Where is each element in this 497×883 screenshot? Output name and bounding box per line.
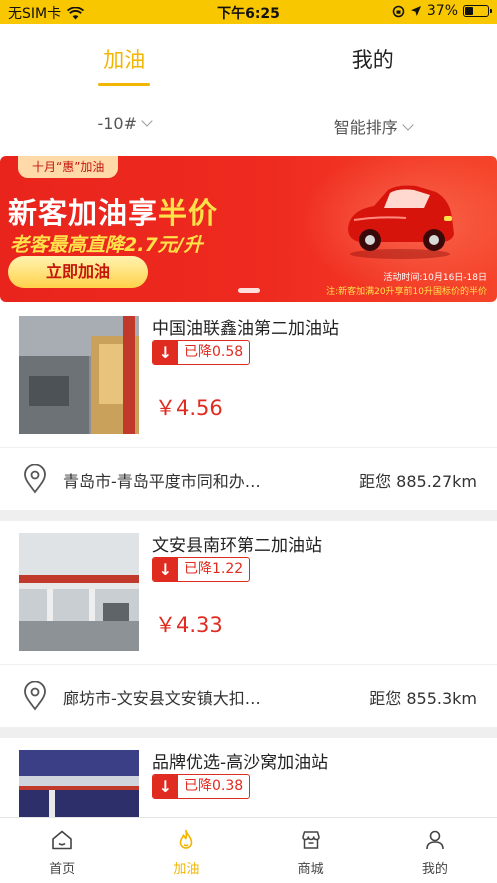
filter-bar: -10# 智能排序 <box>0 96 497 150</box>
section-gap <box>0 510 497 521</box>
price-drop-label: 已降1.22 <box>184 561 244 577</box>
status-bar: 无SIM卡 下午6:25 37% <box>0 0 497 24</box>
carousel-indicator <box>238 288 260 293</box>
station-price: ￥4.56 <box>155 396 223 420</box>
tab-refuel[interactable]: 加油 <box>0 24 249 94</box>
promo-banner[interactable]: 十月“惠”加油 新客加油享半价 老客最高直降2.7元/升 立即加油 活动时间:1… <box>0 156 497 302</box>
tab-mine-label: 我的 <box>351 48 394 72</box>
price-drop-badge: ↓ 已降0.38 <box>152 774 251 799</box>
location-pin-icon <box>24 681 46 711</box>
location-arrow-icon <box>410 6 421 16</box>
fuel-grade-dropdown[interactable]: -10# <box>0 96 249 150</box>
tab-mine[interactable]: 我的 <box>249 24 497 94</box>
station-price: ￥4.33 <box>155 613 223 637</box>
tab-refuel-label: 加油 <box>103 48 146 72</box>
station-name: 文安县南环第二加油站 <box>152 536 322 556</box>
banner-headline-highlight: 半价 <box>158 196 219 230</box>
station-address-row[interactable]: 廊坊市-文安县文安镇大扣… 距您 855.3km <box>0 665 497 727</box>
sort-dropdown[interactable]: 智能排序 <box>249 96 497 150</box>
station-address: 青岛市-青岛平度市同和办… <box>63 472 261 491</box>
bottom-tab-bar: 首页 加油 商城 我的 <box>0 817 497 883</box>
price-drop-label: 已降0.58 <box>184 344 244 360</box>
banner-headline: 新客加油享半价 <box>8 190 218 232</box>
chevron-down-icon <box>402 119 414 131</box>
arrow-down-icon: ↓ <box>153 558 178 581</box>
tab-active-indicator <box>98 83 151 86</box>
arrow-down-icon: ↓ <box>153 341 178 364</box>
station-name: 中国油联鑫油第二加油站 <box>152 319 339 339</box>
banner-subline: 老客最高直降2.7元/升 <box>10 234 203 256</box>
banner-note: 注:新客加满20升享前10升国标价的半价 <box>326 287 487 297</box>
home-icon <box>52 830 72 850</box>
tabbar-store-label: 商城 <box>297 862 324 877</box>
banner-tag: 十月“惠”加油 <box>18 156 119 178</box>
store-icon <box>301 831 320 849</box>
top-tab-bar: 加油 我的 <box>0 24 497 94</box>
tabbar-store[interactable]: 商城 <box>249 818 373 883</box>
tabbar-mine-label: 我的 <box>421 862 448 877</box>
station-address: 廊坊市-文安县文安镇大扣… <box>63 689 261 708</box>
tabbar-mine[interactable]: 我的 <box>373 818 497 883</box>
banner-period: 活动时间:10月16日-18日 <box>383 273 487 283</box>
station-distance: 距您 855.3km <box>369 689 477 708</box>
price-drop-badge: ↓ 已降1.22 <box>152 557 251 582</box>
carrier-label: 无SIM卡 <box>8 6 62 22</box>
battery-percent: 37% <box>426 3 458 19</box>
banner-headline-main: 新客加油享 <box>8 196 159 230</box>
chevron-down-icon <box>141 115 153 127</box>
station-distance: 距您 885.27km <box>359 472 477 491</box>
car-illustration <box>348 185 454 259</box>
tabbar-home[interactable]: 首页 <box>0 818 124 883</box>
station-name: 品牌优选-高沙窝加油站 <box>152 753 329 773</box>
sort-value: 智能排序 <box>333 118 398 137</box>
price-drop-badge: ↓ 已降0.58 <box>152 340 251 365</box>
tabbar-refuel-label: 加油 <box>173 862 200 877</box>
section-gap <box>0 727 497 738</box>
status-left: 无SIM卡 <box>8 3 85 23</box>
status-right: 37% <box>392 3 492 19</box>
battery-icon <box>463 5 492 17</box>
wifi-icon <box>67 6 85 19</box>
station-address-row[interactable]: 青岛市-青岛平度市同和办… 距您 885.27km <box>0 448 497 510</box>
fuel-grade-value: -10# <box>97 114 138 133</box>
location-pin-icon <box>24 464 46 494</box>
rotation-lock-icon <box>392 5 405 17</box>
station-photo <box>19 533 139 651</box>
price-drop-label: 已降0.38 <box>184 778 244 794</box>
tabbar-home-label: 首页 <box>49 862 76 877</box>
flame-icon <box>180 829 193 849</box>
arrow-down-icon: ↓ <box>153 775 178 798</box>
person-icon <box>426 830 444 850</box>
tabbar-refuel[interactable]: 加油 <box>124 818 248 883</box>
banner-cta-button[interactable]: 立即加油 <box>8 256 148 288</box>
station-photo <box>19 316 139 434</box>
